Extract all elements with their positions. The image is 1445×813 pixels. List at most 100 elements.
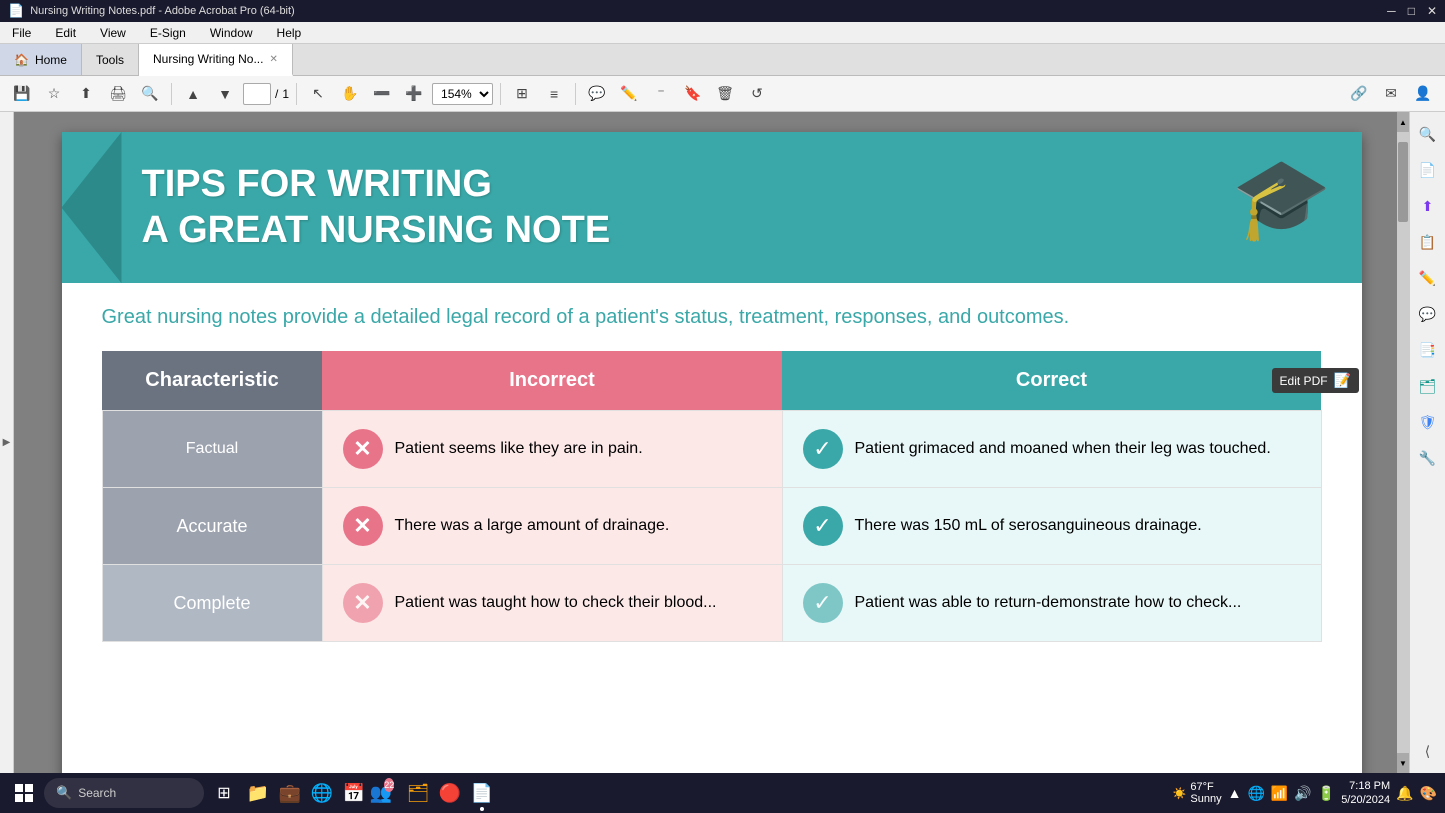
fit-page-button[interactable]: ⊞ — [508, 80, 536, 108]
taskbar: 🔍 Search ⊞ 📁 💼 🌐 📅 👥 22 🗂 🔴 📄 ☀️ 67°F Su… — [0, 773, 1445, 813]
scrollbar[interactable]: ▲ ▼ — [1397, 112, 1409, 773]
hand-tool-button[interactable]: ✋ — [336, 80, 364, 108]
taskbar-calendar[interactable]: 📅 — [340, 779, 368, 807]
comment-button[interactable]: 💬 — [583, 80, 611, 108]
time-display: 7:18 PM — [1341, 779, 1390, 793]
shield-sidebar-button[interactable]: 🛡 — [1414, 408, 1442, 436]
comment-sidebar-button[interactable]: 💬 — [1414, 300, 1442, 328]
header-correct: Correct — [782, 351, 1321, 411]
link-button[interactable]: 🔗 — [1345, 80, 1373, 108]
zoom-out-button[interactable]: ➖ — [368, 80, 396, 108]
wifi-icon[interactable]: 📶 — [1271, 785, 1288, 802]
rotate-button[interactable]: ↺ — [743, 80, 771, 108]
app-icon: 📄 — [8, 3, 24, 19]
tab-tools[interactable]: Tools — [82, 44, 139, 75]
user-button[interactable]: 👤 — [1409, 80, 1437, 108]
strikeout-button[interactable]: ⁻ — [647, 80, 675, 108]
right-sidebar: 🔍 📄 ⬆ 📋 ✏️ 💬 📑 🗂 🛡 🔧 ⟨ — [1409, 112, 1445, 773]
minimize-button[interactable]: ─ — [1387, 4, 1396, 18]
task-view-button[interactable]: ⊞ — [208, 777, 240, 809]
incorrect-text-factual: Patient seems like they are in pain. — [395, 440, 643, 458]
pages-sidebar-button[interactable]: 📑 — [1414, 336, 1442, 364]
upload-button[interactable]: ⬆ — [72, 80, 100, 108]
menu-bar: File Edit View E-Sign Window Help — [0, 22, 1445, 44]
menu-window[interactable]: Window — [206, 24, 257, 42]
tools-sidebar-button[interactable]: 🔧 — [1414, 444, 1442, 472]
cell-characteristic-complete: Complete — [102, 565, 322, 642]
export-sidebar-button[interactable]: ⬆ — [1414, 192, 1442, 220]
clock[interactable]: 7:18 PM 5/20/2024 — [1341, 779, 1390, 808]
taskbar-app-red[interactable]: 🔴 — [436, 779, 464, 807]
email-button[interactable]: ✉ — [1377, 80, 1405, 108]
organize-sidebar-button[interactable]: 📋 — [1414, 228, 1442, 256]
color-swatch-icon[interactable]: 🎨 — [1420, 785, 1437, 802]
close-tab-icon[interactable]: ✕ — [269, 54, 277, 65]
pdf-page: TIPS FOR WRITING A GREAT NURSING NOTE 🎓 … — [62, 132, 1362, 773]
banner-title-line1: TIPS FOR WRITING — [142, 162, 611, 208]
page-number-input[interactable]: 1 — [243, 83, 271, 105]
bookmark-button[interactable]: ☆ — [40, 80, 68, 108]
scroll-button[interactable]: ≡ — [540, 80, 568, 108]
divider3 — [500, 83, 501, 105]
header-incorrect: Incorrect — [322, 351, 782, 411]
cell-characteristic-accurate: Accurate — [102, 488, 322, 565]
divider — [171, 83, 172, 105]
edit-pdf-tooltip: Edit PDF 📝 — [1272, 368, 1359, 393]
correct-text-factual: Patient grimaced and moaned when their l… — [855, 440, 1271, 458]
notification-icon[interactable]: 🔔 — [1396, 785, 1413, 802]
expand-sidebar-button[interactable]: ⟨ — [1414, 737, 1442, 765]
graduation-cap-icon: 🎓 — [1232, 152, 1332, 246]
taskbar-acrobat[interactable]: 📄 — [468, 779, 496, 807]
menu-edit[interactable]: Edit — [51, 24, 80, 42]
taskbar-files[interactable]: 🗂 — [404, 779, 432, 807]
save-button[interactable]: 💾 — [8, 80, 36, 108]
menu-help[interactable]: Help — [273, 24, 306, 42]
taskbar-teams[interactable]: 💼 — [276, 779, 304, 807]
menu-file[interactable]: File — [8, 24, 35, 42]
zoom-select[interactable]: 154% — [432, 83, 493, 105]
subtitle: Great nursing notes provide a detailed l… — [62, 283, 1362, 351]
header-characteristic: Characteristic — [102, 351, 322, 411]
tab-document[interactable]: Nursing Writing No... ✕ — [139, 44, 293, 76]
pen-sidebar-button[interactable]: ✏️ — [1414, 264, 1442, 292]
weather-condition: Sunny — [1190, 793, 1221, 805]
left-panel-toggle[interactable]: ▶ — [0, 112, 14, 773]
zoom-sidebar-button[interactable]: 🔍 — [1414, 120, 1442, 148]
cell-incorrect-factual: ✕ Patient seems like they are in pain. — [322, 411, 782, 488]
network-icon[interactable]: 🌐 — [1247, 785, 1264, 802]
date-display: 5/20/2024 — [1341, 793, 1390, 807]
search-icon: 🔍 — [56, 785, 72, 801]
chevron-up-icon[interactable]: ▲ — [1228, 785, 1242, 801]
highlight-button[interactable]: ✏️ — [615, 80, 643, 108]
print-button[interactable]: 🖨 — [104, 80, 132, 108]
menu-view[interactable]: View — [96, 24, 130, 42]
incorrect-icon: ✕ — [343, 506, 383, 546]
taskbar-explorer[interactable]: 📁 — [244, 779, 272, 807]
prev-page-button[interactable]: ▲ — [179, 80, 207, 108]
tab-home[interactable]: 🏠 Home — [0, 44, 82, 75]
next-page-button[interactable]: ▼ — [211, 80, 239, 108]
correct-text-accurate: There was 150 mL of serosanguineous drai… — [855, 517, 1202, 535]
banner-arrow — [62, 132, 122, 283]
maximize-button[interactable]: □ — [1408, 4, 1415, 18]
stamp-button[interactable]: 🔖 — [679, 80, 707, 108]
close-button[interactable]: ✕ — [1427, 4, 1437, 18]
volume-icon[interactable]: 🔊 — [1294, 785, 1311, 802]
taskbar-edge[interactable]: 🌐 — [308, 779, 336, 807]
taskbar-teams-badge[interactable]: 👥 22 — [372, 779, 400, 807]
correct-text-complete: Patient was able to return-demonstrate h… — [855, 594, 1242, 612]
cursor-tool-button[interactable]: ↖ — [304, 80, 332, 108]
main-area: ▶ Edit PDF 📝 TIPS FOR WRITING A GREAT NU… — [0, 112, 1445, 773]
pdf-edit-sidebar-button[interactable]: 📄 — [1414, 156, 1442, 184]
start-button[interactable] — [8, 777, 40, 809]
search-button[interactable]: 🔍 — [136, 80, 164, 108]
zoom-in-button[interactable]: ➕ — [400, 80, 428, 108]
scroll-thumb[interactable] — [1398, 142, 1408, 222]
menu-esign[interactable]: E-Sign — [146, 24, 190, 42]
taskbar-search[interactable]: 🔍 Search — [44, 778, 204, 808]
weather-widget: ☀️ 67°F Sunny — [1173, 781, 1222, 805]
page-separator: / — [275, 87, 278, 101]
file-sidebar-button[interactable]: 🗂 — [1414, 372, 1442, 400]
battery-icon[interactable]: 🔋 — [1318, 785, 1335, 802]
delete-button[interactable]: 🗑 — [711, 80, 739, 108]
